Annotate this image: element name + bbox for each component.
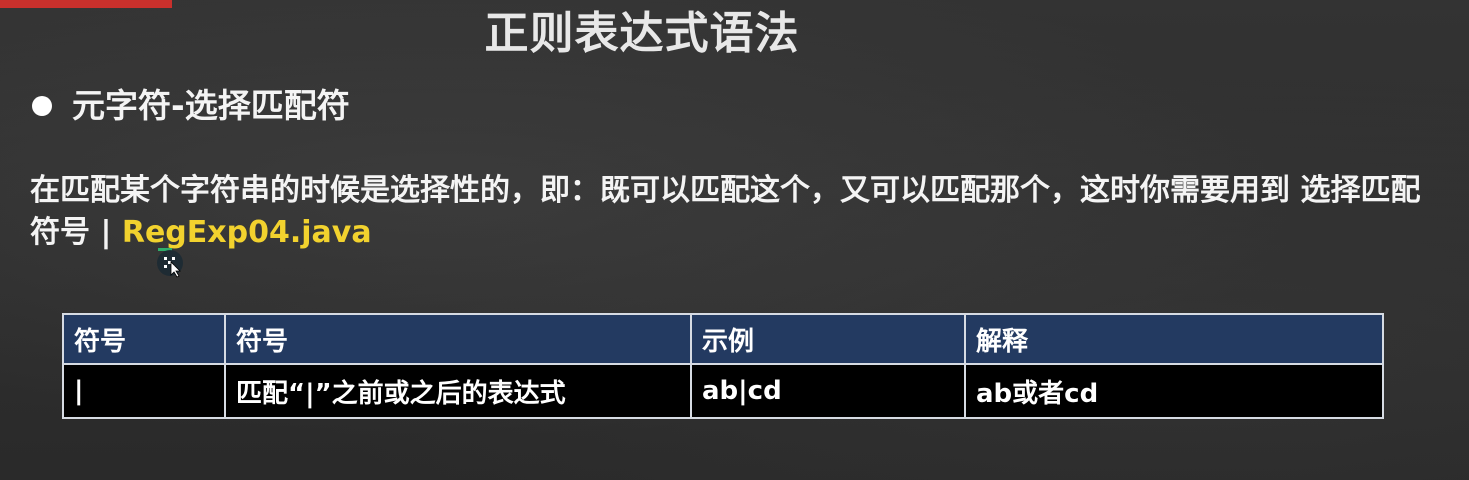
- slide-title: 正则表达式语法: [484, 8, 800, 59]
- header-explanation: 解释: [964, 313, 1384, 365]
- description-paragraph: 在匹配某个字符串的时候是选择性的，即：既可以匹配这个，又可以匹配那个，这时你需要…: [30, 170, 1440, 254]
- mouse-cursor-icon: [157, 248, 183, 278]
- regex-syntax-table: 符号 符号 示例 解释 | 匹配“|”之前或之后的表达式 ab|cd ab或者c…: [62, 313, 1384, 419]
- cell-explanation: ab或者cd: [964, 363, 1384, 419]
- bullet-dot-icon: [32, 96, 52, 116]
- cell-meaning: 匹配“|”之前或之后的表达式: [224, 363, 692, 419]
- cell-symbol: |: [62, 363, 226, 419]
- file-reference: RegExp04.java: [121, 215, 372, 250]
- section-heading: 元字符-选择匹配符: [32, 80, 350, 132]
- section-heading-text: 元字符-选择匹配符: [72, 86, 350, 125]
- table-header-row: 符号 符号 示例 解释: [62, 313, 1384, 365]
- header-example: 示例: [690, 313, 966, 365]
- header-meaning: 符号: [224, 313, 692, 365]
- table-row: | 匹配“|”之前或之后的表达式 ab|cd ab或者cd: [62, 363, 1384, 419]
- cell-example: ab|cd: [690, 363, 966, 419]
- header-symbol: 符号: [62, 313, 226, 365]
